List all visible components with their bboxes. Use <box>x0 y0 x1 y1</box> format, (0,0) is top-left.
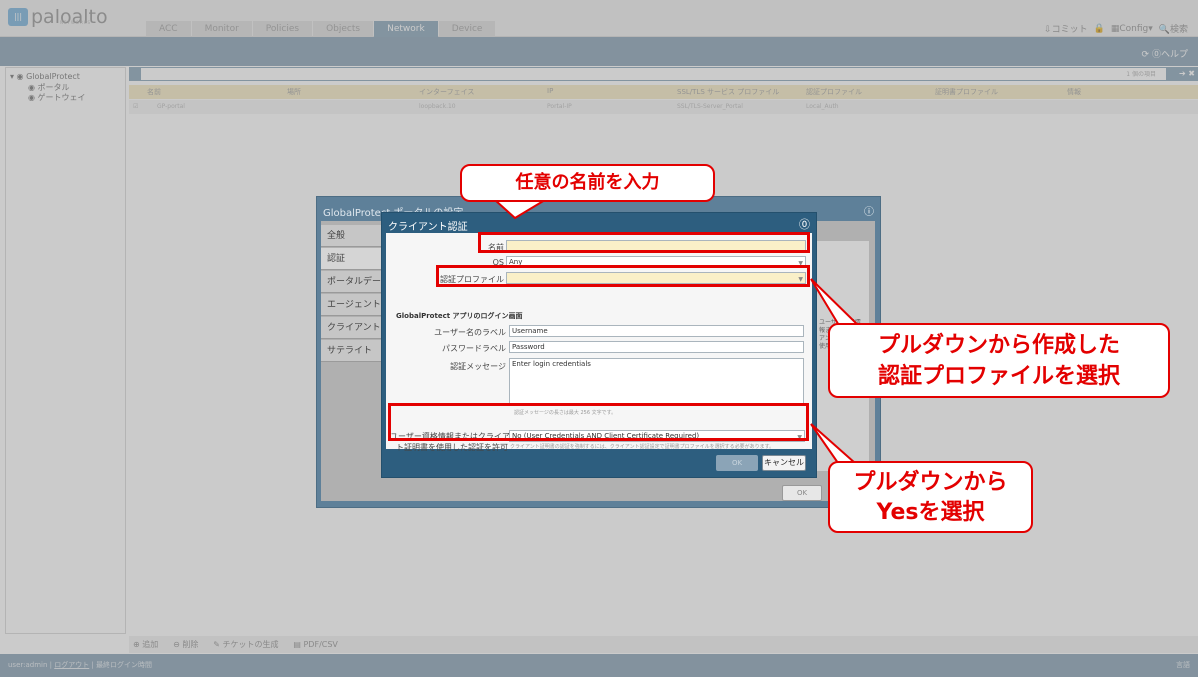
callout-profile-line2: 認証プロファイルを選択 <box>877 364 1120 389</box>
portal-tab-auth[interactable]: 認証 <box>321 248 385 270</box>
callout-name: 任意の名前を入力 <box>460 164 715 202</box>
dialog-ok-button[interactable]: OK <box>716 455 758 471</box>
portal-tab-clientless[interactable]: クライアントレス VPN <box>321 317 385 355</box>
dialog-title: クライアント認証 <box>388 222 468 233</box>
portal-tab-satellite[interactable]: サテライト <box>321 340 385 362</box>
callout-allow-line2: Yesを選択 <box>876 500 985 525</box>
password-label-input[interactable]: Password <box>509 341 804 353</box>
callout-allow: プルダウンから Yesを選択 <box>828 461 1033 533</box>
username-label-label: ユーザー名のラベル <box>434 328 506 337</box>
auth-message-textarea[interactable]: Enter login credentials <box>509 358 804 406</box>
allow-auth-hint: クライアント証明書の認証を強制するには、クライアント認証設定で証明書プロファイル… <box>510 444 775 450</box>
portal-tab-data[interactable]: ポータルデータ <box>321 271 385 309</box>
highlight-allow <box>388 403 809 441</box>
section-title: GlobalProtect アプリのログイン画面 <box>396 312 523 320</box>
callout-name-text: 任意の名前を入力 <box>515 172 660 193</box>
dialog-cancel-button[interactable]: キャンセル <box>762 455 806 471</box>
allow-auth-label-2: ト証明書を使用した認証を許可 <box>396 443 508 452</box>
password-label-label: パスワードラベル <box>442 344 506 353</box>
callout-profile: プルダウンから作成した 認証プロファイルを選択 <box>828 323 1170 398</box>
username-label-input[interactable]: Username <box>509 325 804 337</box>
callout-allow-line1: プルダウンから <box>853 470 1008 495</box>
portal-tab-agent[interactable]: エージェント <box>321 294 385 316</box>
highlight-name <box>478 232 810 253</box>
portal-tab-general[interactable]: 全般 <box>321 225 385 247</box>
help-icon[interactable]: ⓘ <box>864 203 874 218</box>
portal-ok-button[interactable]: OK <box>782 485 822 501</box>
callout-profile-line1: プルダウンから作成した <box>877 333 1120 358</box>
help-icon[interactable]: ⓪ <box>799 216 810 232</box>
highlight-profile <box>436 265 810 287</box>
auth-message-label: 認証メッセージ <box>450 362 506 371</box>
